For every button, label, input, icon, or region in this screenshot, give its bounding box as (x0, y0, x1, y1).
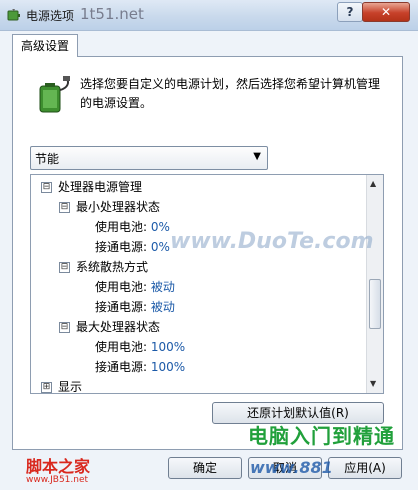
chevron-down-icon: ▼ (253, 151, 261, 162)
vertical-scrollbar[interactable]: ▲ ▼ (366, 175, 383, 393)
collapse-icon[interactable]: ⊟ (59, 202, 70, 213)
description-text: 选择您要自定义的电源计划，然后选择您希望计算机管理的电源设置。 (80, 77, 381, 110)
setting-value[interactable]: 100% (151, 340, 185, 354)
settings-tree[interactable]: ⊟ 处理器电源管理 ⊟ 最小处理器状态 使用电池: 0% 接通电源: 0% ⊟ 系统散… (30, 174, 384, 394)
expand-icon[interactable]: ⊞ (41, 382, 52, 393)
battery-plug-icon (39, 76, 70, 113)
tree-item-cooling-plugged[interactable]: 接通电源: 被动 (95, 297, 175, 317)
tree-item-label: 处理器电源管理 (58, 180, 143, 194)
tree-item-cooling[interactable]: ⊟ 系统散热方式 (59, 257, 148, 277)
setting-value[interactable]: 0% (151, 240, 170, 254)
watermark-bottom: www.881 (250, 458, 333, 477)
collapse-icon[interactable]: ⊟ (59, 262, 70, 273)
scroll-down-icon[interactable]: ▼ (370, 379, 376, 388)
setting-value[interactable]: 0% (151, 220, 170, 234)
window-title: 电源选项 (26, 9, 75, 23)
watermark-top: 1t51.net (80, 5, 144, 23)
power-options-icon (7, 9, 20, 21)
tree-item-processor[interactable]: ⊟ 处理器电源管理 (41, 177, 142, 197)
setting-value[interactable]: 被动 (151, 280, 175, 294)
tree-item-label: 最小处理器状态 (76, 200, 161, 214)
power-plan-value: 节能 (35, 152, 60, 166)
setting-value[interactable]: 被动 (151, 300, 175, 314)
tab-advanced-settings[interactable]: 高级设置 (12, 34, 78, 57)
watermark-duote: www.DuoTe.com (170, 229, 374, 254)
tree-item-max-state[interactable]: ⊟ 最大处理器状态 (59, 317, 160, 337)
tree-item-min-state[interactable]: ⊟ 最小处理器状态 (59, 197, 160, 217)
watermark-logo-url: www.JB51.net (26, 475, 89, 485)
tree-item-max-battery[interactable]: 使用电池: 100% (95, 337, 185, 357)
tree-item-min-battery[interactable]: 使用电池: 0% (95, 217, 170, 237)
power-plan-dropdown[interactable]: 节能 ▼ (30, 146, 268, 170)
close-button[interactable]: ✕ (362, 2, 410, 22)
watermark-logo: 脚本之家 (26, 457, 91, 476)
help-button[interactable]: ? (337, 2, 363, 22)
tree-item-label: 显示 (58, 380, 83, 394)
title-bar: 电源选项 1t51.net ? ✕ (0, 0, 418, 31)
tree-item-label: 最大处理器状态 (76, 320, 161, 334)
scrollbar-thumb[interactable] (369, 279, 381, 329)
collapse-icon[interactable]: ⊟ (41, 182, 52, 193)
tree-item-max-plugged[interactable]: 接通电源: 100% (95, 357, 185, 377)
collapse-icon[interactable]: ⊟ (59, 322, 70, 333)
ok-button[interactable]: 确定 (168, 457, 242, 479)
tree-item-display[interactable]: ⊞ 显示 (41, 377, 83, 394)
tree-item-cooling-battery[interactable]: 使用电池: 被动 (95, 277, 175, 297)
scroll-up-icon[interactable]: ▲ (370, 179, 376, 188)
apply-button[interactable]: 应用(A) (328, 457, 402, 479)
tree-item-min-plugged[interactable]: 接通电源: 0% (95, 237, 170, 257)
setting-value[interactable]: 100% (151, 360, 185, 374)
tree-item-label: 系统散热方式 (76, 260, 149, 274)
watermark-pc-tutorial: 电脑入门到精通 (248, 424, 395, 448)
